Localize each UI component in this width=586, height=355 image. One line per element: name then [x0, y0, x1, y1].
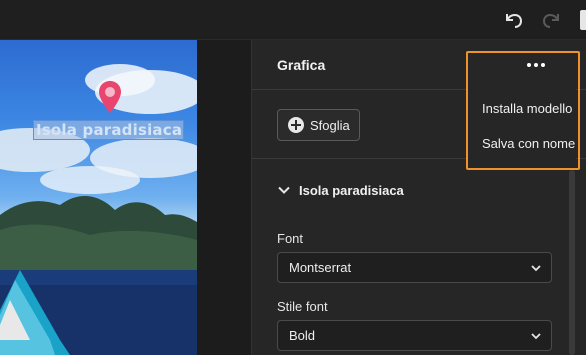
- redo-button[interactable]: [541, 9, 563, 31]
- caption-text[interactable]: Isola paradisiaca: [36, 120, 187, 140]
- font-select[interactable]: Montserrat: [277, 252, 552, 283]
- font-style-value: Bold: [289, 328, 316, 343]
- panel-title: Grafica: [277, 57, 326, 73]
- font-style-select[interactable]: Bold: [277, 320, 552, 351]
- font-value: Montserrat: [289, 260, 352, 275]
- map-pin-icon: [99, 81, 121, 113]
- more-options-menu: Installa modello Salva con nome: [468, 88, 576, 166]
- undo-icon: [506, 13, 523, 28]
- canvas-gutter: [197, 40, 251, 355]
- chevron-down-icon: [278, 186, 290, 194]
- font-style-label: Stile font: [277, 299, 328, 314]
- chevron-down-icon: [531, 265, 541, 272]
- panel-scrollbar[interactable]: [569, 170, 575, 355]
- more-options-button[interactable]: [522, 54, 550, 76]
- font-label: Font: [277, 231, 304, 246]
- more-horizontal-icon: [527, 63, 531, 67]
- window-edge: [580, 10, 586, 30]
- panel-header: Grafica: [252, 40, 586, 90]
- redo-icon: [542, 13, 559, 28]
- menu-item-install-template[interactable]: Installa modello: [482, 101, 572, 116]
- menu-item-save-as[interactable]: Salva con nome: [482, 136, 575, 151]
- top-toolbar: [0, 0, 586, 40]
- chevron-down-icon: [531, 333, 541, 340]
- group-header-toggle[interactable]: Isola paradisiaca: [252, 170, 586, 210]
- undo-button[interactable]: [502, 9, 524, 31]
- plus-circle-icon: [288, 117, 304, 133]
- browse-button[interactable]: Sfoglia: [277, 109, 360, 141]
- group-title: Isola paradisiaca: [299, 182, 404, 198]
- browse-label: Sfoglia: [310, 117, 350, 133]
- image-canvas[interactable]: Isola paradisiaca: [0, 40, 197, 355]
